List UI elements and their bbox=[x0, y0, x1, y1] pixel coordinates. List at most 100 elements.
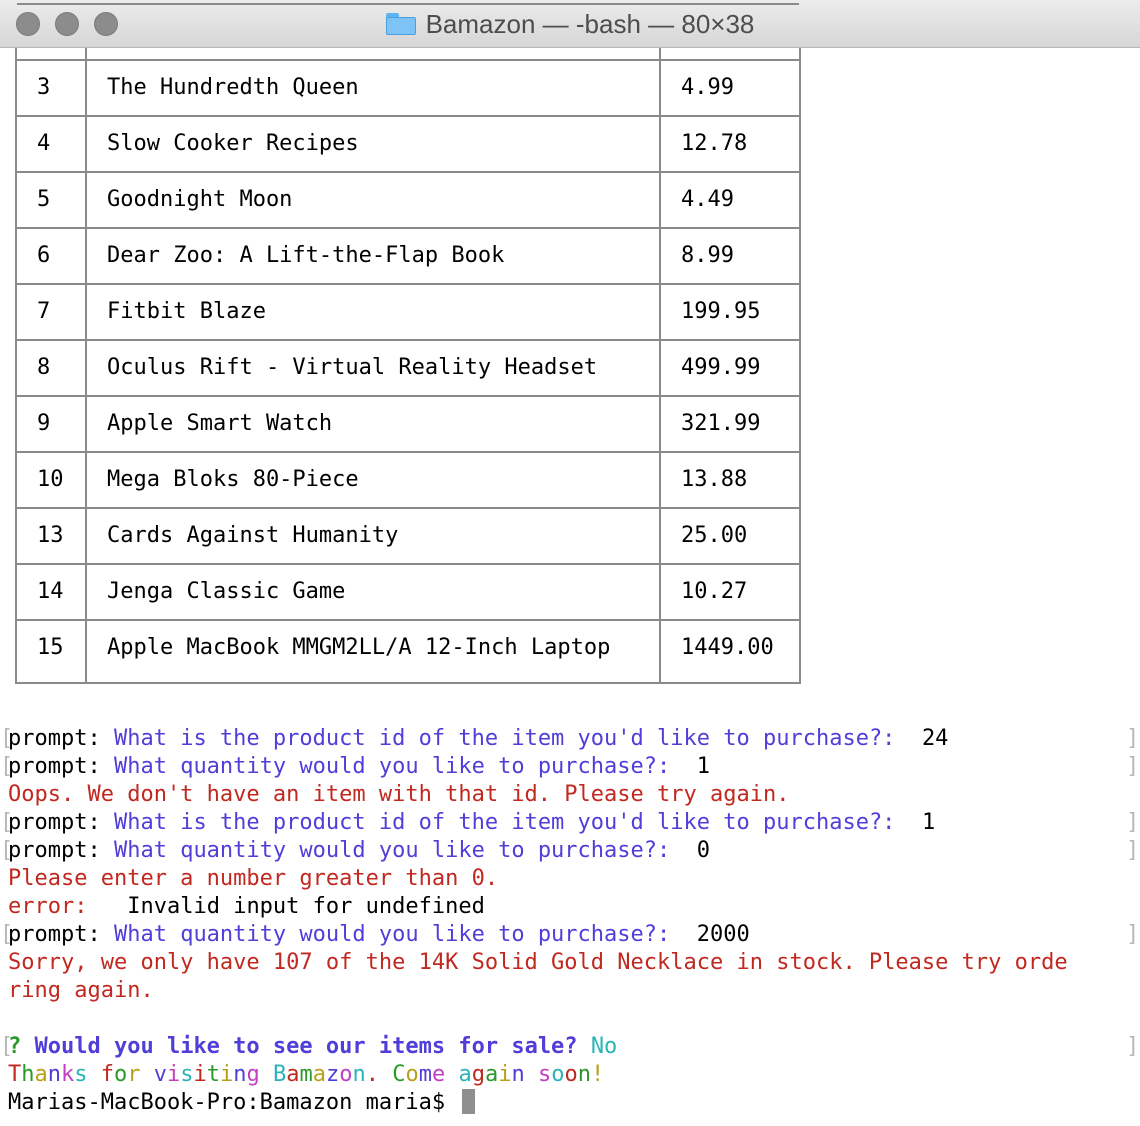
thanks-char: a bbox=[485, 1062, 499, 1087]
thanks-message: Thanks for visiting Bamazon. Come again … bbox=[8, 1061, 604, 1089]
prompt-question: What quantity would you like to purchase… bbox=[113, 838, 671, 863]
cell-price: 10.27 bbox=[681, 579, 748, 604]
mark-bracket: ] bbox=[1126, 922, 1140, 947]
thanks-char: ! bbox=[591, 1062, 605, 1087]
cell-id: 10 bbox=[37, 467, 64, 492]
stock-error-message-continued: ring again. bbox=[8, 978, 154, 1003]
text-cursor bbox=[462, 1089, 476, 1114]
thanks-char bbox=[141, 1062, 154, 1087]
question-mark-icon: ? bbox=[8, 1034, 22, 1059]
prompt-label: prompt: bbox=[8, 838, 114, 863]
prompt-answer: 24 bbox=[921, 726, 949, 751]
thanks-char: s bbox=[74, 1062, 88, 1087]
thanks-char: a bbox=[286, 1062, 300, 1087]
prompt-question: What quantity would you like to purchase… bbox=[113, 922, 671, 947]
thanks-char: n bbox=[47, 1062, 61, 1087]
thanks-char: a bbox=[312, 1062, 326, 1087]
thanks-char bbox=[260, 1062, 273, 1087]
prompt-question: What is the product id of the item you'd… bbox=[113, 810, 896, 835]
cell-product-name: The Hundredth Queen bbox=[107, 75, 359, 100]
thanks-char: s bbox=[538, 1062, 552, 1087]
error-message: Oops. We don't have an item with that id… bbox=[8, 782, 790, 807]
table-row: 15 Apple MacBook MMGM2LL/A 12-Inch Laptop… bbox=[17, 619, 799, 675]
thanks-char: z bbox=[326, 1062, 340, 1087]
error-line: error: Invalid input for undefined bbox=[8, 893, 485, 921]
cell-product-name: Dear Zoo: A Lift-the-Flap Book bbox=[107, 243, 505, 268]
thanks-char: a bbox=[458, 1062, 472, 1087]
confirm-line: ? Would you like to see our items for sa… bbox=[8, 1033, 617, 1061]
cell-product-name: Apple Smart Watch bbox=[107, 411, 333, 436]
thanks-char: s bbox=[180, 1062, 194, 1087]
shell-prompt: Marias-MacBook-Pro:Bamazon maria$ bbox=[8, 1090, 459, 1115]
thanks-char: i bbox=[193, 1062, 207, 1087]
thanks-char bbox=[525, 1062, 538, 1087]
thanks-char: o bbox=[114, 1062, 128, 1087]
thanks-char: k bbox=[61, 1062, 75, 1087]
cell-product-name: Slow Cooker Recipes bbox=[107, 131, 359, 156]
cell-id: 14 bbox=[37, 579, 64, 604]
prompt-label: prompt: bbox=[8, 922, 114, 947]
stock-error-message: Sorry, we only have 107 of the 14K Solid… bbox=[8, 950, 1068, 975]
thanks-char: m bbox=[299, 1062, 313, 1087]
table-row: 9 Apple Smart Watch 321.99 bbox=[17, 395, 799, 451]
thanks-char bbox=[445, 1062, 458, 1087]
prompt-answer: 0 bbox=[696, 838, 711, 863]
cell-product-name: Jenga Classic Game bbox=[107, 579, 346, 604]
prompt-label: prompt: bbox=[8, 810, 114, 835]
cell-price: 13.88 bbox=[681, 467, 748, 492]
thanks-char: n bbox=[233, 1062, 247, 1087]
cell-product-name: Cards Against Humanity bbox=[107, 523, 399, 548]
prompt-label: prompt: bbox=[8, 754, 114, 779]
thanks-char: f bbox=[100, 1062, 114, 1087]
thanks-char: r bbox=[127, 1062, 141, 1087]
cell-price: 4.49 bbox=[681, 187, 734, 212]
thanks-char: i bbox=[498, 1062, 512, 1087]
thanks-char bbox=[379, 1062, 392, 1087]
thanks-char: i bbox=[167, 1062, 181, 1087]
cell-id: 8 bbox=[37, 355, 51, 380]
table-row: 7 Fitbit Blaze 199.95 bbox=[17, 283, 799, 339]
thanks-char: n bbox=[352, 1062, 366, 1087]
table-row: 10 Mega Bloks 80-Piece 13.88 bbox=[17, 451, 799, 507]
cell-price: 199.95 bbox=[681, 299, 761, 324]
mark-bracket: ] bbox=[1126, 726, 1140, 751]
thanks-char: n bbox=[511, 1062, 525, 1087]
thanks-char: o bbox=[564, 1062, 578, 1087]
thanks-char: g bbox=[471, 1062, 485, 1087]
table-row: 6 Dear Zoo: A Lift-the-Flap Book 8.99 bbox=[17, 227, 799, 283]
thanks-char: o bbox=[405, 1062, 419, 1087]
error-label: error: bbox=[8, 894, 88, 919]
cell-id: 4 bbox=[37, 131, 51, 156]
mark-bracket: ] bbox=[1126, 810, 1140, 835]
prompt-line: prompt: What is the product id of the it… bbox=[8, 809, 935, 837]
cell-price: 499.99 bbox=[681, 355, 761, 380]
prompt-question: What quantity would you like to purchase… bbox=[113, 754, 671, 779]
prompt-line: prompt: What quantity would you like to … bbox=[8, 753, 710, 781]
thanks-char: o bbox=[339, 1062, 353, 1087]
error-message: Please enter a number greater than 0. bbox=[8, 866, 499, 891]
prompt-line: prompt: What quantity would you like to … bbox=[8, 837, 710, 865]
cell-price: 4.99 bbox=[681, 75, 734, 100]
cell-price: 8.99 bbox=[681, 243, 734, 268]
thanks-char: i bbox=[220, 1062, 234, 1087]
cell-id: 5 bbox=[37, 187, 51, 212]
table-row: 14 Jenga Classic Game 10.27 bbox=[17, 563, 799, 619]
cell-id: 9 bbox=[37, 411, 51, 436]
cell-product-name: Oculus Rift - Virtual Reality Headset bbox=[107, 355, 598, 380]
mark-bracket: ] bbox=[1126, 838, 1140, 863]
error-text: Invalid input for undefined bbox=[127, 894, 485, 919]
thanks-char: m bbox=[418, 1062, 432, 1087]
cell-id: 6 bbox=[37, 243, 51, 268]
cell-id: 15 bbox=[37, 635, 64, 660]
shell-prompt-line[interactable]: Marias-MacBook-Pro:Bamazon maria$ bbox=[8, 1089, 476, 1117]
thanks-char: g bbox=[246, 1062, 260, 1087]
thanks-char: t bbox=[206, 1062, 220, 1087]
thanks-char: o bbox=[551, 1062, 565, 1087]
thanks-char: C bbox=[392, 1062, 406, 1087]
mark-bracket: ] bbox=[1126, 1034, 1140, 1059]
table-row: 4 Slow Cooker Recipes 12.78 bbox=[17, 115, 799, 171]
confirm-answer: No bbox=[590, 1034, 618, 1059]
thanks-char: h bbox=[21, 1062, 35, 1087]
cell-product-name: Apple MacBook MMGM2LL/A 12-Inch Laptop bbox=[107, 635, 611, 660]
table-row: 8 Oculus Rift - Virtual Reality Headset 49… bbox=[17, 339, 799, 395]
